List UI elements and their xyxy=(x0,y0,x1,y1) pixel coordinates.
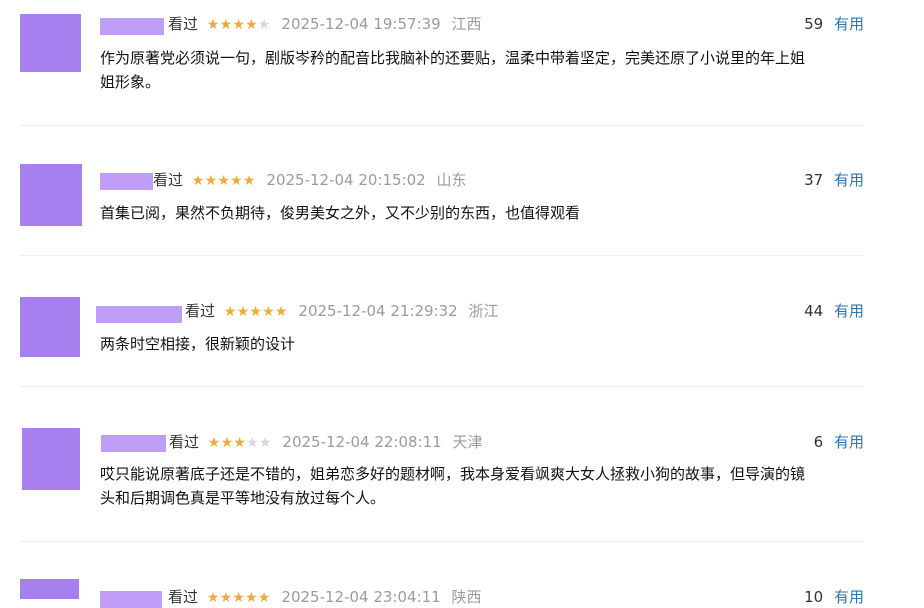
divider xyxy=(20,541,864,542)
comment-text-line: 两条时空相接，很新颖的设计 xyxy=(100,335,296,353)
star-icon: ★ xyxy=(232,590,246,606)
star-icon: ★ xyxy=(220,435,234,451)
comment-text-line: 哎只能说原著底子还是不错的，姐弟恋多好的题材啊，我本身爱看飒爽大女人拯救小狗的故… xyxy=(100,465,806,483)
username-redacted[interactable] xyxy=(100,591,162,608)
star-icon: ★ xyxy=(219,17,233,33)
useful-button[interactable]: 有用 xyxy=(834,302,864,320)
avatar[interactable] xyxy=(20,297,80,357)
comment-text: 哎只能说原著底子还是不错的，姐弟恋多好的题材啊，我本身爱看飒爽大女人拯救小狗的故… xyxy=(100,462,866,510)
comment-meta: 看过 ★★★★★ 2025-12-04 22:08:11 天津 xyxy=(169,432,483,452)
vote-area: 59 有用 xyxy=(804,14,864,34)
username-redacted[interactable] xyxy=(100,173,153,190)
seen-label: 看过 xyxy=(168,588,199,606)
star-icon: ★ xyxy=(230,173,243,189)
star-icon: ★ xyxy=(232,17,246,33)
star-icon: ★ xyxy=(242,173,256,189)
vote-count: 44 xyxy=(804,302,824,320)
star-empty-icon: ★ xyxy=(258,435,272,451)
comment-time: 2025-12-04 19:57:39 xyxy=(281,15,441,33)
divider xyxy=(20,386,864,387)
vote-count: 6 xyxy=(813,433,824,451)
comment-meta: 看过 ★★★★★ 2025-12-04 20:15:02 山东 xyxy=(153,170,467,190)
comment-location: 浙江 xyxy=(468,302,499,320)
username-redacted[interactable] xyxy=(101,435,166,452)
useful-button[interactable]: 有用 xyxy=(834,15,864,33)
comment-text: 作为原著党必须说一句，剧版岑矜的配音比我脑补的还要贴，温柔中带着坚定，完美还原了… xyxy=(100,46,866,94)
star-icon: ★ xyxy=(249,304,263,320)
useful-button[interactable]: 有用 xyxy=(834,588,864,606)
seen-label: 看过 xyxy=(153,171,184,189)
star-empty-icon: ★ xyxy=(257,17,271,33)
comment-time: 2025-12-04 22:08:11 xyxy=(282,433,442,451)
star-icon: ★ xyxy=(233,435,247,451)
comment-time: 2025-12-04 21:29:32 xyxy=(298,302,458,320)
star-rating: ★★★★★ xyxy=(207,588,271,608)
star-icon: ★ xyxy=(191,173,205,189)
vote-area: 44 有用 xyxy=(804,301,864,321)
comment-text-line: 姐形象。 xyxy=(100,73,161,91)
star-rating: ★★★★★ xyxy=(208,433,272,453)
comment-meta: 看过 ★★★★★ 2025-12-04 19:57:39 江西 xyxy=(168,14,482,34)
comment-meta: 看过 ★★★★★ 2025-12-04 23:04:11 陕西 xyxy=(168,587,482,607)
vote-area: 37 有用 xyxy=(804,170,864,190)
star-icon: ★ xyxy=(206,17,220,33)
avatar[interactable] xyxy=(20,14,81,72)
username-redacted[interactable] xyxy=(100,18,164,35)
comment-text-line: 首集已阅，果然不负期待，俊男美女之外，又不少别的东西，也值得观看 xyxy=(100,204,581,222)
useful-button[interactable]: 有用 xyxy=(834,171,864,189)
seen-label: 看过 xyxy=(169,433,200,451)
star-icon: ★ xyxy=(274,304,288,320)
username-redacted[interactable] xyxy=(96,306,182,323)
comment-location: 山东 xyxy=(436,171,467,189)
star-icon: ★ xyxy=(217,173,231,189)
vote-count: 37 xyxy=(804,171,824,189)
star-icon: ★ xyxy=(236,304,250,320)
vote-count: 59 xyxy=(804,15,824,33)
comment-location: 陕西 xyxy=(451,588,482,606)
comment-text-line: 头和后期调色真是平等地没有放过每个人。 xyxy=(100,489,386,507)
comment-time: 2025-12-04 20:15:02 xyxy=(266,171,426,189)
star-empty-icon: ★ xyxy=(246,435,259,451)
star-icon: ★ xyxy=(204,173,218,189)
star-icon: ★ xyxy=(223,304,237,320)
star-icon: ★ xyxy=(245,590,258,606)
comment-text: 两条时空相接，很新颖的设计 xyxy=(100,332,866,356)
star-icon: ★ xyxy=(245,17,258,33)
star-icon: ★ xyxy=(219,590,233,606)
comment-location: 江西 xyxy=(451,15,482,33)
star-rating: ★★★★★ xyxy=(207,15,271,35)
avatar[interactable] xyxy=(20,164,82,226)
avatar[interactable] xyxy=(20,579,79,599)
seen-label: 看过 xyxy=(185,302,216,320)
useful-button[interactable]: 有用 xyxy=(834,433,864,451)
vote-area: 10 有用 xyxy=(804,587,864,607)
star-rating: ★★★★★ xyxy=(192,171,256,191)
star-icon: ★ xyxy=(207,435,221,451)
comment-text: 首集已阅，果然不负期待，俊男美女之外，又不少别的东西，也值得观看 xyxy=(100,201,866,225)
comment-meta: 看过 ★★★★★ 2025-12-04 21:29:32 浙江 xyxy=(185,301,499,321)
star-icon: ★ xyxy=(206,590,220,606)
divider xyxy=(20,255,864,256)
star-icon: ★ xyxy=(262,304,275,320)
vote-count: 10 xyxy=(804,588,824,606)
comment-time: 2025-12-04 23:04:11 xyxy=(281,588,441,606)
star-icon: ★ xyxy=(257,590,271,606)
seen-label: 看过 xyxy=(168,15,199,33)
comment-text-line: 作为原著党必须说一句，剧版岑矜的配音比我脑补的还要贴，温柔中带着坚定，完美还原了… xyxy=(100,49,806,67)
vote-area: 6 有用 xyxy=(814,432,864,452)
divider xyxy=(20,125,864,126)
avatar[interactable] xyxy=(22,428,80,490)
comment-location: 天津 xyxy=(452,433,483,451)
star-rating: ★★★★★ xyxy=(224,302,288,322)
